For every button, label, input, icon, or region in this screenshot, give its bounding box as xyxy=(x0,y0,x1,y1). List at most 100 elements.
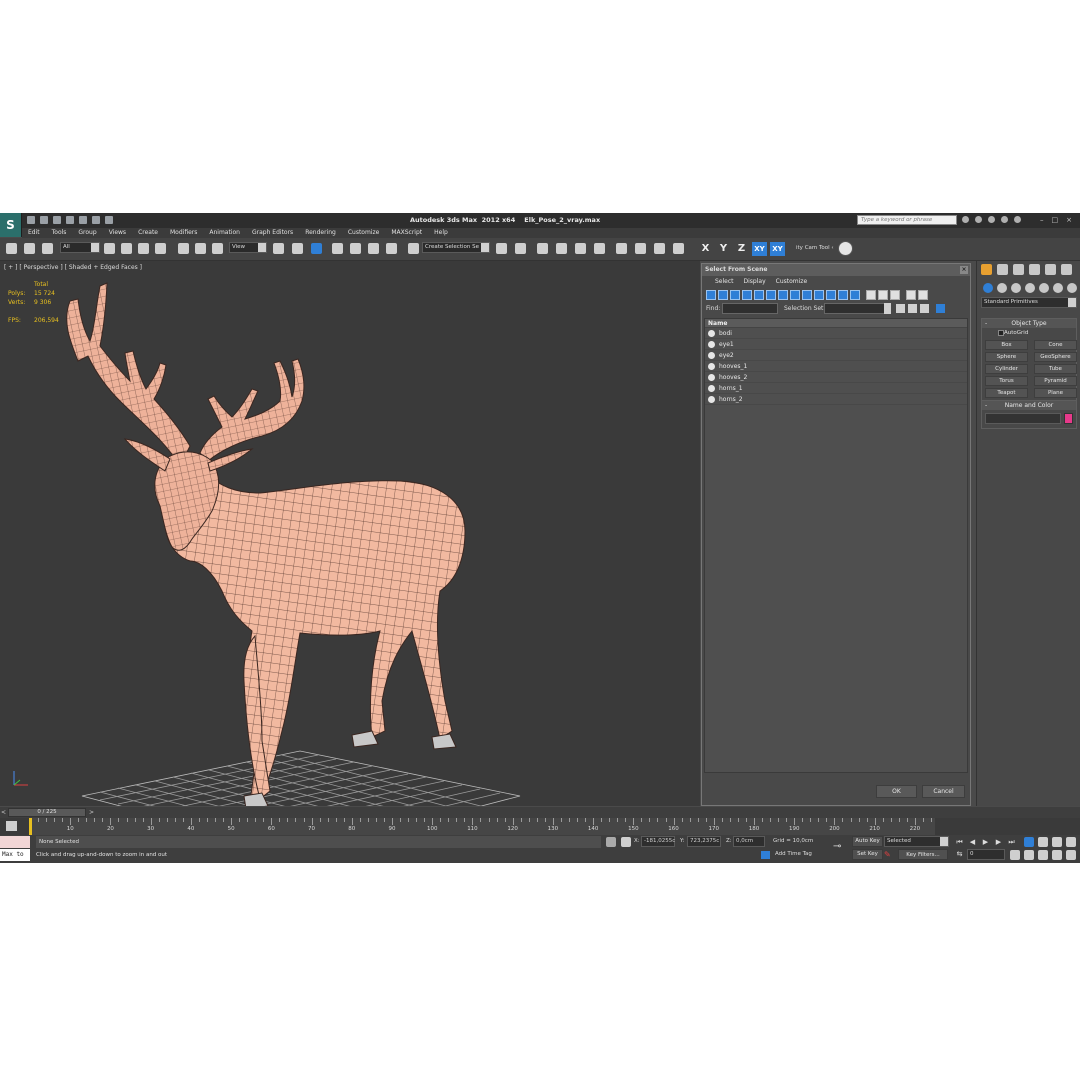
minimize-icon[interactable]: – xyxy=(1040,216,1044,224)
go-to-end-icon[interactable]: ⏭ xyxy=(1007,838,1016,846)
previous-frame-icon[interactable]: < xyxy=(1,808,7,817)
maxscript-listener-input[interactable]: Max to xyxy=(0,849,30,861)
display-geometry-icon[interactable] xyxy=(706,290,716,300)
display-containers-icon[interactable] xyxy=(814,290,824,300)
display-tab-icon[interactable] xyxy=(1045,264,1056,275)
cylinder-button[interactable]: Cylinder xyxy=(985,364,1028,374)
infocenter-search-input[interactable]: Type a keyword or phrase xyxy=(857,215,957,225)
menu-graph-editors[interactable]: Graph Editors xyxy=(246,228,299,238)
zoom-all-icon[interactable] xyxy=(1038,837,1048,847)
curve-editor-icon[interactable] xyxy=(575,243,586,254)
find-regex-icon[interactable] xyxy=(920,304,929,313)
maxscript-listener-output[interactable] xyxy=(0,836,30,848)
bind-spacewarp-icon[interactable] xyxy=(42,243,53,254)
window-crossing-icon[interactable] xyxy=(155,243,166,254)
restrict-y-button[interactable]: Y xyxy=(716,242,731,256)
column-header-name[interactable]: Name xyxy=(705,319,967,328)
spinner-snap-icon[interactable] xyxy=(386,243,397,254)
menu-help[interactable]: Help xyxy=(428,228,454,238)
auto-key-button[interactable]: Auto Key xyxy=(852,836,883,847)
zoom-extents-all-icon[interactable] xyxy=(1066,837,1076,847)
scene-object-list[interactable]: Name bodi eye1 eye2 hooves_1 hooves_2 ho… xyxy=(704,318,968,773)
display-hidden-icon[interactable] xyxy=(838,290,848,300)
torus-button[interactable]: Torus xyxy=(985,376,1028,386)
track-bar-ruler[interactable]: 10 20 30 40 50 60 70 80 90 100 110 120 130 140 150 160 1… xyxy=(30,818,935,835)
align-icon[interactable] xyxy=(515,243,526,254)
add-time-tag-button[interactable]: Add Time Tag xyxy=(775,851,812,857)
display-helpers-icon[interactable] xyxy=(754,290,764,300)
menu-rendering[interactable]: Rendering xyxy=(299,228,342,238)
menu-animation[interactable]: Animation xyxy=(203,228,246,238)
object-color-swatch[interactable] xyxy=(1064,413,1073,424)
angle-snap-icon[interactable] xyxy=(350,243,361,254)
time-slider[interactable]: 0 / 225 xyxy=(8,808,86,817)
application-button[interactable]: S xyxy=(0,213,22,237)
display-frozen-icon[interactable] xyxy=(826,290,836,300)
redo-icon[interactable] xyxy=(79,216,87,224)
save-file-icon[interactable] xyxy=(53,216,61,224)
select-by-name-icon[interactable] xyxy=(121,243,132,254)
restrict-z-button[interactable]: Z xyxy=(734,242,749,256)
pivot-center-icon[interactable] xyxy=(273,243,284,254)
box-button[interactable]: Box xyxy=(985,340,1028,350)
display-groups-icon[interactable] xyxy=(778,290,788,300)
menu-group[interactable]: Group xyxy=(72,228,102,238)
menu-views[interactable]: Views xyxy=(103,228,132,238)
geosphere-button[interactable]: GeoSphere xyxy=(1034,352,1077,362)
viewport-label-menu[interactable]: [ + ] [ Perspective ] [ Shaded + Edged F… xyxy=(4,264,142,271)
lights-category-icon[interactable] xyxy=(1011,283,1021,293)
select-none-icon[interactable] xyxy=(878,290,888,300)
maximize-viewport-icon[interactable] xyxy=(1066,850,1076,860)
search-icon[interactable] xyxy=(962,216,969,223)
find-input[interactable] xyxy=(722,303,778,314)
dialog-menu-display[interactable]: Display xyxy=(739,276,771,288)
helpers-category-icon[interactable] xyxy=(1039,283,1049,293)
cancel-button[interactable]: Cancel xyxy=(922,785,965,798)
viewport-canvas[interactable] xyxy=(0,261,700,806)
project-folder-icon[interactable] xyxy=(92,216,100,224)
list-item[interactable]: horns_1 xyxy=(705,383,967,394)
create-tab-icon[interactable] xyxy=(981,264,992,275)
current-frame-field[interactable]: 0 xyxy=(967,849,1005,860)
display-xrefs-icon[interactable] xyxy=(790,290,800,300)
quick-access-dropdown-icon[interactable] xyxy=(105,216,113,224)
sync-selection-icon[interactable] xyxy=(936,304,945,313)
pyramid-button[interactable]: Pyramid xyxy=(1034,376,1077,386)
menu-edit[interactable]: Edit xyxy=(22,228,46,238)
rendered-frame-window-icon[interactable] xyxy=(654,243,665,254)
perspective-viewport[interactable]: [ + ] [ Perspective ] [ Shaded + Edged F… xyxy=(0,261,700,806)
camera-tool-icon[interactable] xyxy=(838,241,853,256)
list-item[interactable]: hooves_2 xyxy=(705,372,967,383)
filter-options-icon[interactable] xyxy=(918,290,928,300)
selection-set-input[interactable] xyxy=(824,303,890,314)
keyboard-shortcut-override-icon[interactable] xyxy=(311,243,322,254)
region-select-icon[interactable] xyxy=(138,243,149,254)
select-invert-icon[interactable] xyxy=(890,290,900,300)
time-configuration-icon[interactable] xyxy=(1010,850,1020,860)
move-icon[interactable] xyxy=(178,243,189,254)
hierarchy-tab-icon[interactable] xyxy=(1013,264,1024,275)
key-mode-toggle-icon[interactable]: ⇆ xyxy=(955,850,964,858)
restrict-plane-cycle-button[interactable]: XY xyxy=(770,242,785,256)
unlink-icon[interactable] xyxy=(24,243,35,254)
menu-maxscript[interactable]: MAXScript xyxy=(385,228,428,238)
material-editor-icon[interactable] xyxy=(616,243,627,254)
list-item[interactable]: hooves_1 xyxy=(705,361,967,372)
filter-icon[interactable] xyxy=(906,290,916,300)
display-shapes-icon[interactable] xyxy=(718,290,728,300)
display-all-icon[interactable] xyxy=(850,290,860,300)
dialog-menu-customize[interactable]: Customize xyxy=(771,276,813,288)
key-icon[interactable]: ⊸ xyxy=(833,842,848,852)
z-coord-field[interactable]: 0,0cm xyxy=(733,836,765,847)
link-icon[interactable] xyxy=(6,243,17,254)
field-of-view-icon[interactable] xyxy=(1024,850,1034,860)
select-manipulate-icon[interactable] xyxy=(292,243,303,254)
cameras-category-icon[interactable] xyxy=(1025,283,1035,293)
object-name-input[interactable] xyxy=(985,413,1061,424)
lock-selection-icon[interactable] xyxy=(606,837,616,847)
list-item[interactable]: bodi xyxy=(705,328,967,339)
maximize-icon[interactable]: □ xyxy=(1052,216,1059,224)
graphite-ribbon-icon[interactable] xyxy=(556,243,567,254)
utilities-tab-icon[interactable] xyxy=(1061,264,1072,275)
sphere-button[interactable]: Sphere xyxy=(985,352,1028,362)
